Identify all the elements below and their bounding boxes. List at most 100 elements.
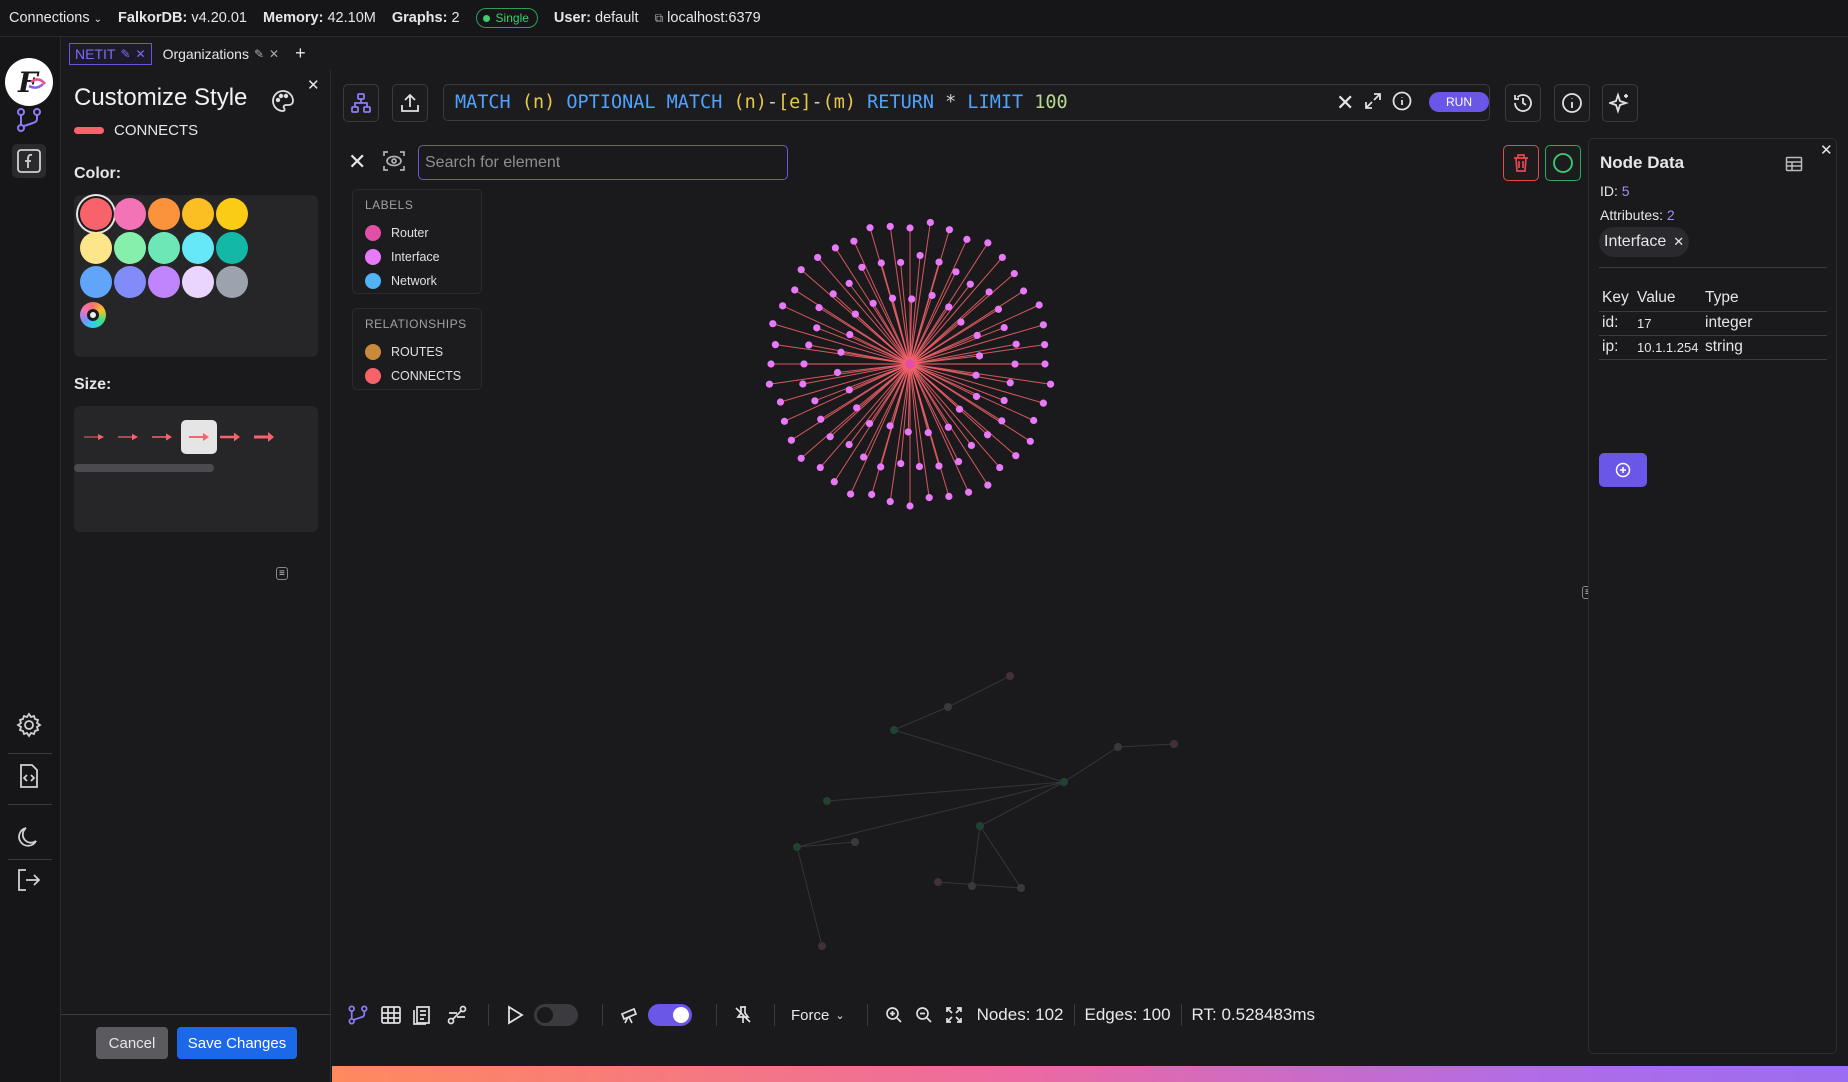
graph-node[interactable]	[816, 463, 824, 472]
graph-node[interactable]	[1011, 360, 1019, 368]
graph-node[interactable]	[868, 490, 876, 499]
graph-node[interactable]	[983, 431, 992, 439]
graph-node[interactable]	[908, 295, 916, 303]
graph-node[interactable]	[1012, 340, 1020, 348]
pencil-icon[interactable]: ✎	[120, 47, 130, 61]
graph-node[interactable]	[858, 263, 866, 271]
graph-node[interactable]	[998, 417, 1006, 425]
graph-node[interactable]	[780, 417, 789, 425]
graph-node[interactable]	[904, 428, 912, 436]
graph-node[interactable]	[811, 397, 819, 405]
table-view-icon[interactable]	[377, 1001, 405, 1029]
graph-node[interactable]	[955, 405, 964, 413]
graph-node[interactable]	[837, 348, 845, 356]
graph-node[interactable]	[935, 462, 943, 470]
graph-node[interactable]	[1041, 360, 1049, 368]
zoom-out-icon[interactable]	[910, 1001, 938, 1029]
graph-node[interactable]	[1030, 416, 1038, 425]
graph-node[interactable]	[765, 380, 774, 388]
close-icon[interactable]: ✕	[136, 47, 146, 61]
tab-organizations[interactable]: Organizations ✎ ✕	[158, 43, 285, 65]
graph-node[interactable]	[860, 453, 868, 461]
graph-node[interactable]	[998, 253, 1006, 262]
left-resize-handle-icon[interactable]: ≡	[276, 567, 288, 580]
graph-node[interactable]	[845, 386, 853, 394]
graph-node[interactable]	[975, 352, 984, 360]
size-scrollbar[interactable]	[74, 464, 214, 472]
color-swatch[interactable]	[80, 198, 112, 230]
graph-node[interactable]	[926, 218, 934, 227]
color-swatch[interactable]	[148, 198, 180, 230]
graph-node[interactable]	[984, 239, 992, 247]
ai-sparkle-icon[interactable]	[1602, 84, 1638, 122]
graph-node[interactable]	[767, 360, 775, 368]
graph-node[interactable]	[945, 492, 953, 501]
color-swatch[interactable]	[216, 232, 248, 264]
graph-node[interactable]	[845, 440, 853, 449]
graph-view-icon[interactable]	[344, 1001, 372, 1029]
falkordb-logo[interactable]: F	[5, 58, 53, 106]
graph-node[interactable]	[813, 324, 821, 332]
graph-node[interactable]	[779, 302, 787, 310]
graph-node[interactable]	[967, 441, 976, 450]
graph-edge[interactable]	[819, 363, 911, 468]
graph-node[interactable]	[1019, 287, 1028, 295]
unpin-icon[interactable]	[729, 1001, 757, 1029]
save-changes-button[interactable]: Save Changes	[177, 1027, 297, 1059]
graph-node[interactable]	[1010, 270, 1018, 278]
graph-node[interactable]	[1006, 379, 1014, 387]
label-chip-interface[interactable]: Interface ✕	[1599, 227, 1689, 257]
graph-node[interactable]	[1035, 301, 1043, 309]
size-option[interactable]	[144, 420, 180, 454]
graph-node[interactable]	[845, 279, 853, 287]
color-swatch[interactable]	[114, 266, 146, 298]
graph-node[interactable]	[906, 502, 914, 510]
graph-node[interactable]	[954, 457, 963, 466]
attribute-row[interactable]: id: 17 integer	[1599, 311, 1827, 335]
graph-node[interactable]	[853, 404, 861, 412]
graph-node[interactable]	[886, 497, 894, 506]
host-info[interactable]: ⧉ localhost:6379	[655, 10, 761, 26]
graph-node[interactable]	[935, 258, 943, 266]
graph-node[interactable]	[829, 290, 837, 298]
graph-node[interactable]	[906, 224, 914, 232]
graph-node[interactable]	[797, 266, 805, 274]
fit-to-screen-icon[interactable]	[940, 1001, 968, 1029]
graph-node[interactable]	[771, 341, 779, 349]
color-swatch[interactable]	[216, 198, 248, 230]
play-animation-icon[interactable]	[501, 1001, 529, 1029]
graph-node[interactable]	[817, 415, 825, 423]
graph-node[interactable]	[833, 368, 842, 377]
graph-node[interactable]	[928, 291, 936, 300]
graph-node[interactable]	[800, 360, 808, 368]
graph-node[interactable]	[805, 341, 813, 349]
pencil-icon[interactable]: ✎	[254, 47, 264, 61]
graph-node[interactable]	[1000, 396, 1008, 405]
graph-node[interactable]	[831, 244, 839, 252]
graph-node[interactable]	[1026, 437, 1034, 445]
graph-node[interactable]	[886, 422, 894, 430]
color-swatch[interactable]	[114, 198, 146, 230]
zoom-in-icon[interactable]	[880, 1001, 908, 1029]
graph-node[interactable]	[1046, 380, 1055, 388]
size-option[interactable]	[76, 420, 112, 454]
color-swatch[interactable]	[80, 266, 112, 298]
graph-node[interactable]	[846, 490, 855, 498]
graph-edge[interactable]	[909, 324, 1044, 365]
graph-node[interactable]	[897, 258, 905, 267]
function-icon[interactable]	[12, 144, 46, 178]
close-panel-icon[interactable]: ✕	[307, 76, 320, 94]
add-tab-plus-icon[interactable]: +	[290, 43, 311, 65]
layout-select[interactable]: Force ⌄	[791, 1007, 845, 1024]
connections-menu[interactable]: Connections ⌄	[9, 10, 102, 26]
graph-node[interactable]	[963, 235, 971, 243]
attribute-row[interactable]: ip: 10.1.1.254 string	[1599, 335, 1827, 359]
graph-node[interactable]	[964, 488, 973, 496]
cancel-button[interactable]: Cancel	[96, 1027, 168, 1059]
graph-node[interactable]	[769, 320, 777, 328]
color-swatch[interactable]	[182, 232, 214, 264]
graph-node[interactable]	[984, 481, 992, 489]
graph-node[interactable]	[996, 463, 1004, 472]
graph-node[interactable]	[944, 423, 952, 431]
graph-node[interactable]	[945, 303, 953, 311]
